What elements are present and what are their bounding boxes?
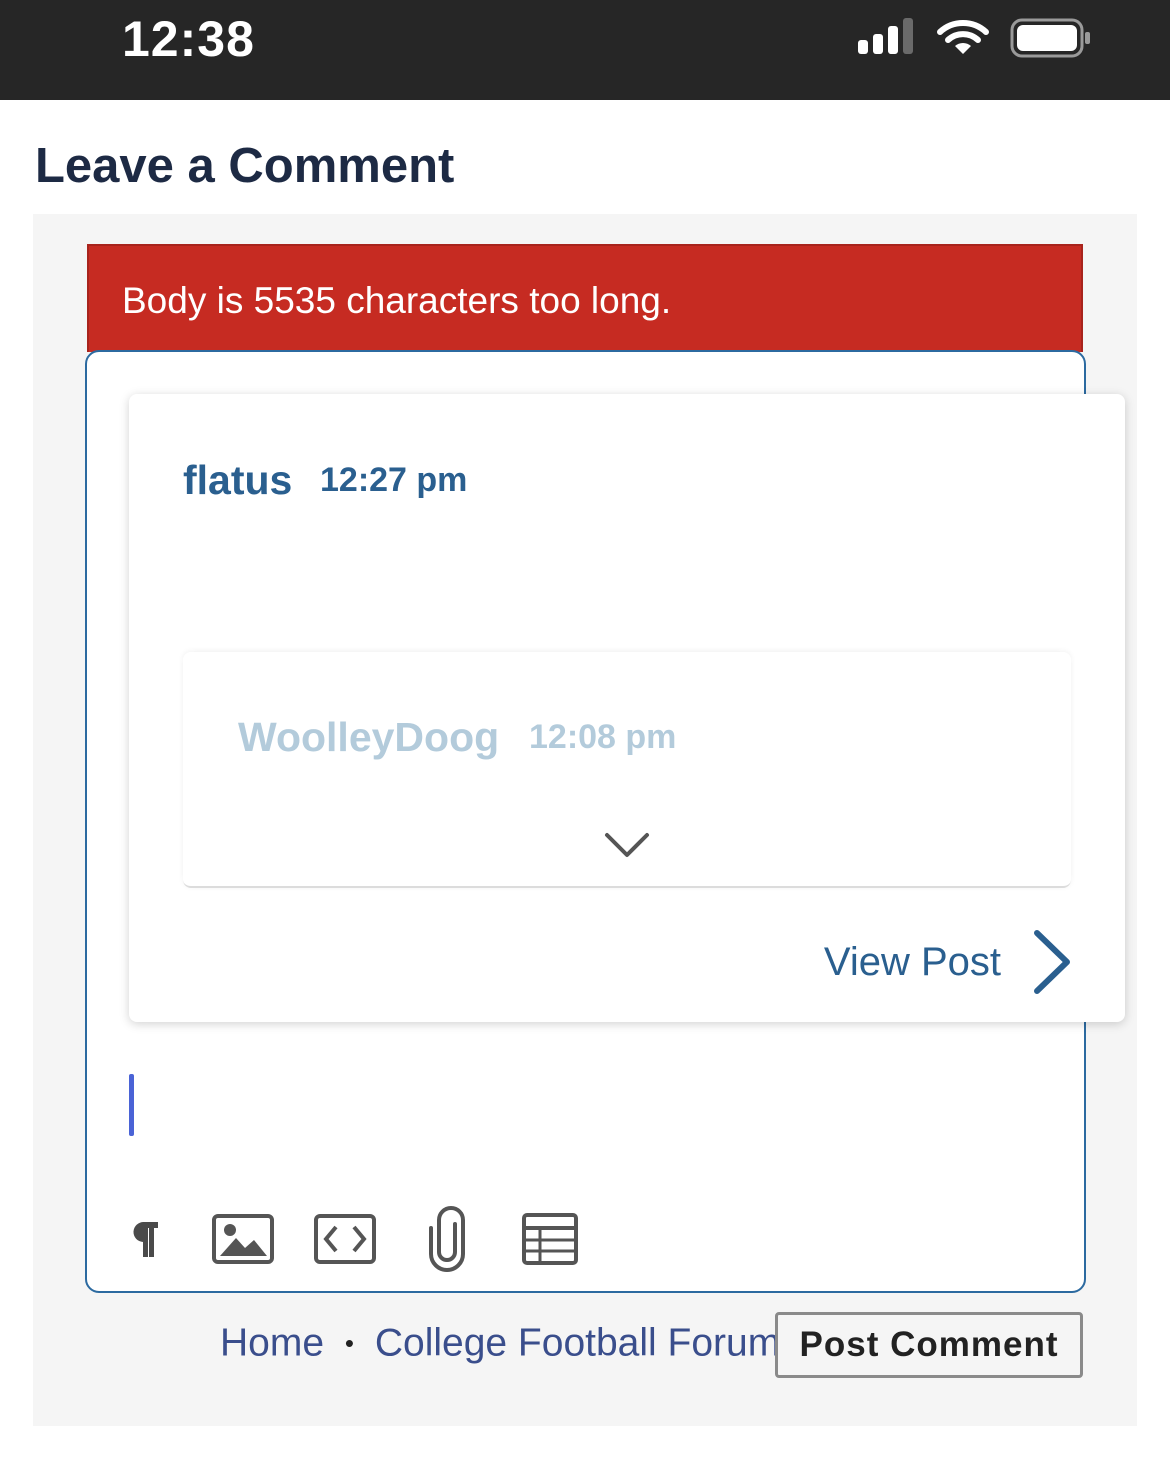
quote-time: 12:27 pm (320, 461, 468, 499)
view-post-link[interactable]: View Post (824, 926, 1073, 998)
signal-icon (858, 18, 913, 54)
chevron-down-icon[interactable] (603, 830, 651, 860)
image-icon (212, 1214, 274, 1264)
breadcrumb-separator: • (344, 1328, 354, 1359)
nested-quote: WoolleyDoog 12:08 pm (183, 652, 1071, 888)
code-icon (314, 1214, 376, 1264)
breadcrumb: Home • College Football Forum (220, 1320, 780, 1366)
post-comment-button[interactable]: Post Comment (775, 1312, 1083, 1378)
paragraph-icon (133, 1221, 158, 1257)
insert-code-button[interactable] (314, 1205, 376, 1273)
nested-quote-time: 12:08 pm (529, 718, 677, 756)
view-post-label: View Post (823, 939, 1001, 984)
status-bar: 12:38 (0, 0, 1170, 100)
quote-card: flatus 12:27 pm WoolleyDoog 12:08 pm Vie… (129, 394, 1125, 1022)
wifi-icon (937, 20, 989, 54)
insert-image-button[interactable] (212, 1205, 274, 1273)
chevron-right-icon (1034, 930, 1070, 994)
nested-quote-author[interactable]: WoolleyDoog (238, 714, 499, 761)
status-time: 12:38 (122, 11, 255, 67)
table-icon (522, 1213, 578, 1265)
breadcrumb-forum-link[interactable]: College Football Forum (375, 1322, 780, 1365)
page-title: Leave a Comment (35, 139, 455, 193)
insert-table-button[interactable] (522, 1205, 578, 1273)
battery-icon (1010, 18, 1090, 58)
text-cursor (129, 1074, 134, 1136)
attachment-icon (429, 1206, 465, 1272)
paragraph-button[interactable] (120, 1205, 164, 1273)
error-banner: Body is 5535 characters too long. (87, 244, 1083, 352)
breadcrumb-home-link[interactable]: Home (220, 1322, 324, 1365)
attach-file-button[interactable] (424, 1205, 470, 1273)
quote-author[interactable]: flatus (183, 457, 292, 504)
